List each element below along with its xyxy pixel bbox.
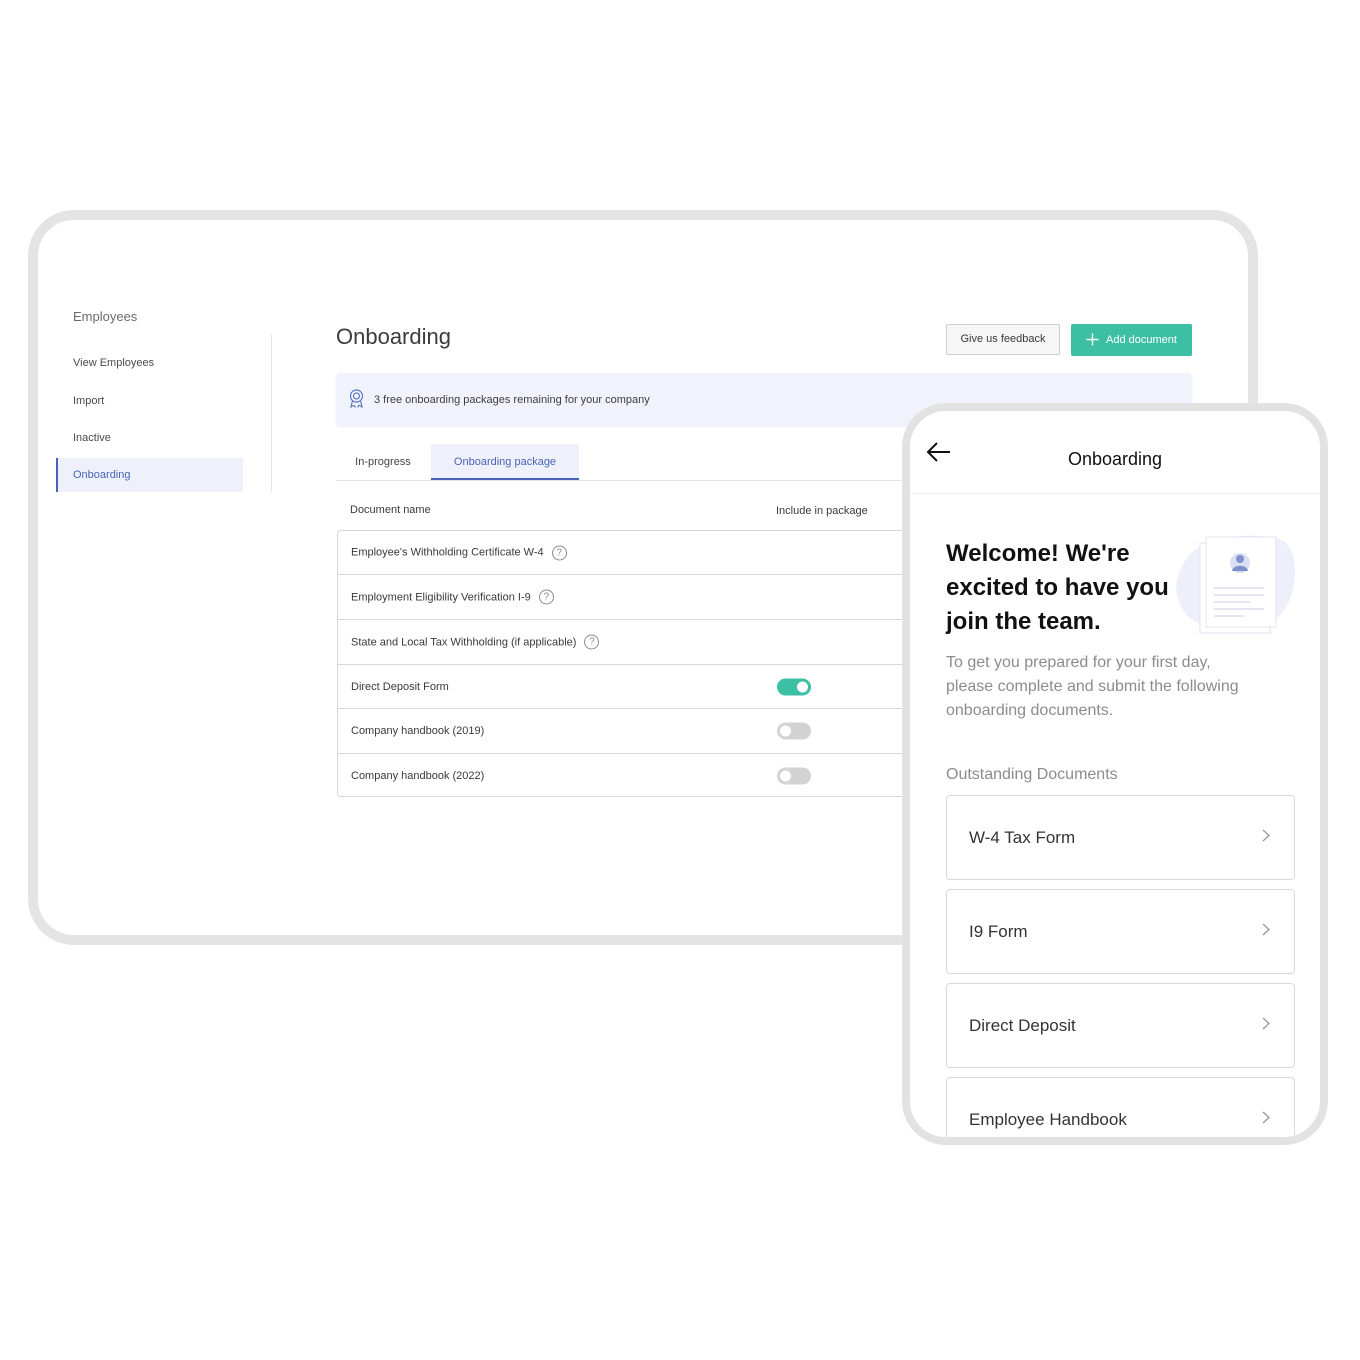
table-row: State and Local Tax Withholding (if appl… [338, 620, 958, 665]
include-toggle[interactable] [777, 678, 811, 695]
table-row: Employee's Withholding Certificate W-4? [338, 531, 958, 575]
help-icon[interactable]: ? [584, 634, 600, 650]
document-card-direct-deposit[interactable]: Direct Deposit [946, 983, 1295, 1068]
sidebar-title: Employees [73, 309, 138, 324]
help-icon[interactable]: ? [538, 589, 554, 605]
document-card-i9[interactable]: I9 Form [946, 889, 1295, 974]
column-header-include: Include in package [776, 505, 868, 517]
sidebar-item-label: Onboarding [73, 469, 131, 481]
page-title: Onboarding [336, 324, 451, 349]
document-name: Direct Deposit Form [351, 680, 449, 693]
column-header-document-name: Document name [350, 504, 431, 516]
banner-text: 3 free onboarding packages remaining for… [374, 393, 650, 406]
table-row: Company handbook (2022) [338, 754, 958, 798]
mobile-title: Onboarding [1067, 449, 1163, 469]
documents-table: Employee's Withholding Certificate W-4? … [337, 530, 958, 798]
give-feedback-button[interactable]: Give us feedback [946, 324, 1060, 355]
sidebar-item-onboarding[interactable]: Onboarding [56, 458, 243, 492]
add-document-button[interactable]: Add document [1071, 324, 1192, 356]
document-card-label: I9 Form [969, 921, 1028, 941]
plus-icon [1086, 331, 1099, 349]
sidebar-item-label: Import [73, 395, 105, 407]
document-illustration [1172, 533, 1296, 640]
table-row: Employment Eligibility Verification I-9? [338, 575, 958, 620]
chevron-right-icon [1262, 1110, 1271, 1129]
welcome-heading: Welcome! We're excited to have you join … [946, 540, 1169, 635]
mobile-header: Onboarding [910, 411, 1320, 494]
chevron-right-icon [1262, 1016, 1271, 1035]
document-card-label: W-4 Tax Form [969, 827, 1076, 847]
document-name: Employee's Withholding Certificate W-4 [351, 546, 544, 559]
document-name: Company handbook (2022) [351, 770, 485, 782]
document-card-label: Direct Deposit [969, 1015, 1076, 1035]
table-row: Company handbook (2019) [338, 709, 958, 754]
document-name: Employment Eligibility Verification I-9 [351, 591, 531, 603]
document-card-label: Employee Handbook [969, 1109, 1127, 1129]
outstanding-documents-label: Outstanding Documents [946, 766, 1118, 783]
mobile-frame: Onboarding Welcome! We're excited to hav… [902, 403, 1328, 1145]
help-icon[interactable]: ? [551, 545, 567, 560]
sidebar-divider [271, 334, 272, 492]
table-row: Direct Deposit Form [338, 665, 958, 709]
sidebar-item-inactive[interactable]: Inactive [56, 421, 243, 455]
sidebar-item-import[interactable]: Import [56, 384, 243, 418]
sidebar-item-label: Inactive [73, 432, 111, 444]
award-icon [348, 388, 365, 411]
document-card-employee-handbook[interactable]: Employee Handbook [946, 1077, 1295, 1137]
include-toggle[interactable] [777, 767, 811, 785]
document-name: State and Local Tax Withholding (if appl… [351, 636, 577, 648]
intro-text: To get you prepared for your first day, … [946, 654, 1239, 719]
document-card-w4[interactable]: W-4 Tax Form [946, 795, 1295, 880]
document-name: Company handbook (2019) [351, 725, 485, 737]
chevron-right-icon [1262, 828, 1271, 847]
add-document-label: Add document [1106, 334, 1177, 346]
chevron-right-icon [1262, 922, 1271, 941]
include-toggle[interactable] [777, 722, 811, 740]
sidebar-item-view-employees[interactable]: View Employees [56, 346, 243, 380]
sidebar-item-label: View Employees [73, 357, 155, 369]
tab-in-progress[interactable]: In-progress [336, 444, 430, 480]
tab-onboarding-package[interactable]: Onboarding package [431, 444, 579, 480]
